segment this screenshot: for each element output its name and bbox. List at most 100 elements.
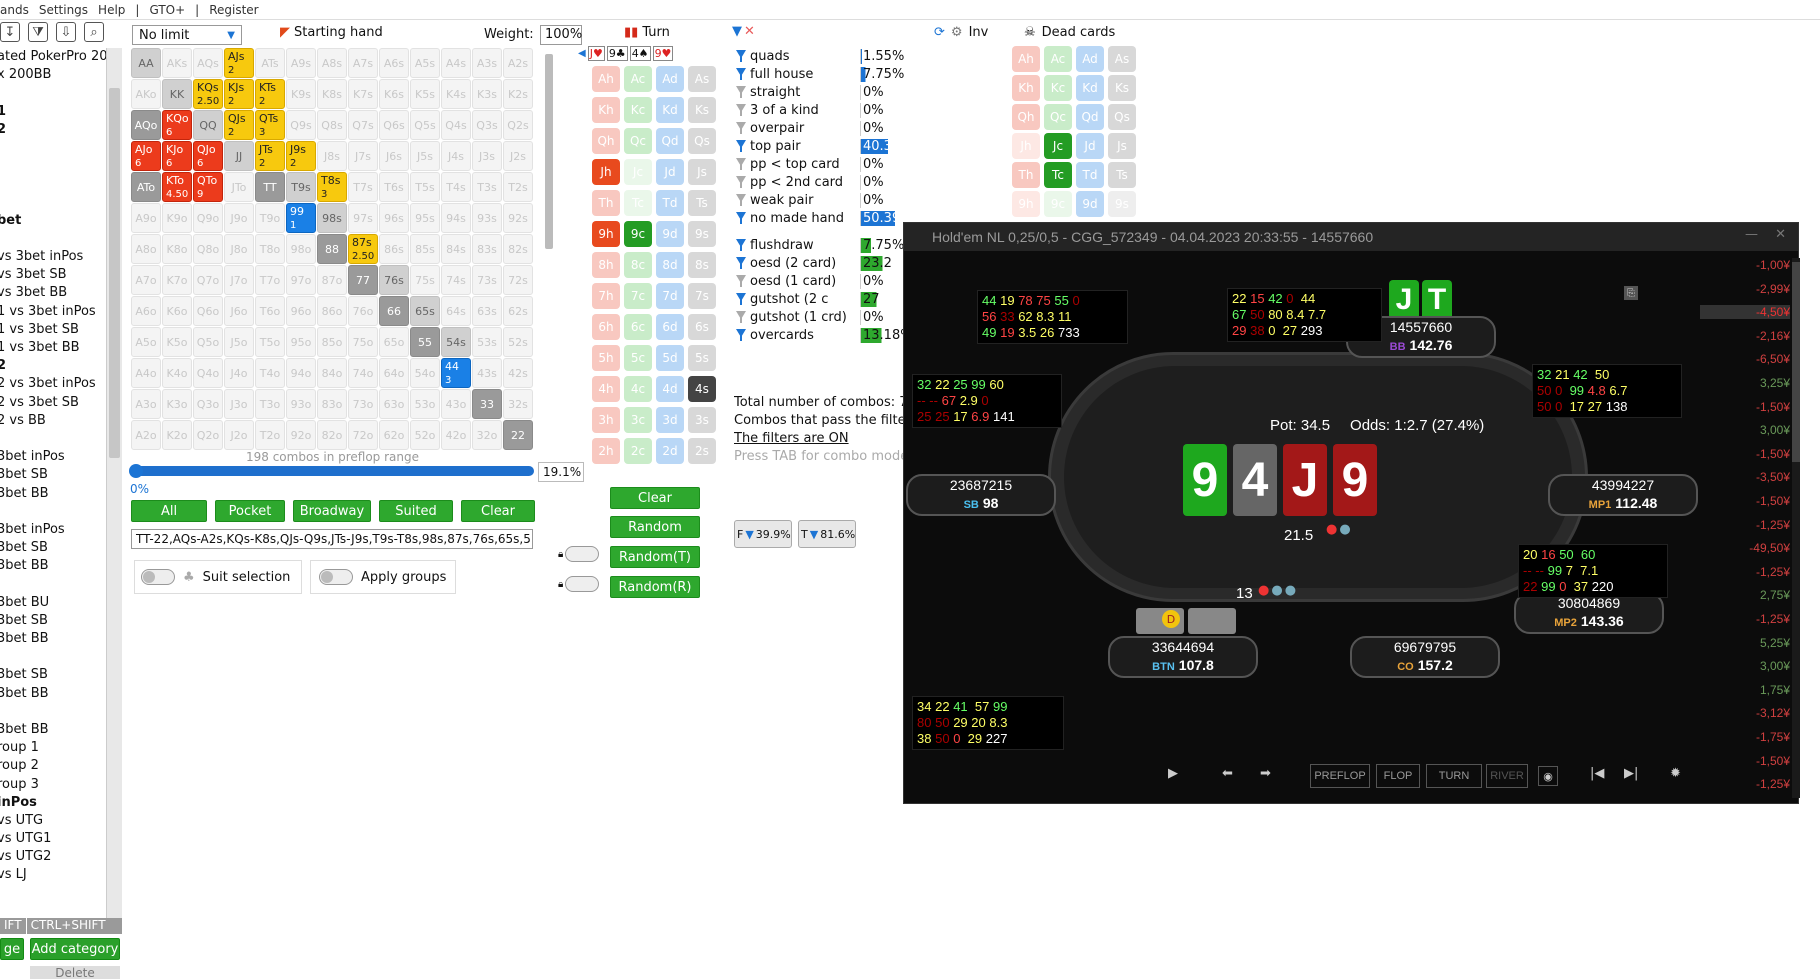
card-9d[interactable]: 9d	[656, 221, 684, 247]
card-As[interactable]: As	[688, 66, 716, 92]
card-3c[interactable]: 3c	[624, 407, 652, 433]
card-Jc[interactable]: Jc	[624, 159, 652, 185]
funnel-icon[interactable]	[736, 257, 746, 269]
range-cell[interactable]: T9o	[255, 203, 285, 233]
card-2d[interactable]: 2d	[656, 438, 684, 464]
range-cell[interactable]: A3s	[472, 48, 502, 78]
filter-row[interactable]: oesd (1 card) 0%	[736, 272, 913, 290]
range-cell[interactable]: 43s	[472, 358, 502, 388]
range-cell[interactable]: Q6o	[193, 296, 223, 326]
skip-start-icon[interactable]: |◀	[1590, 766, 1604, 781]
dead-card-Jd[interactable]: Jd	[1076, 133, 1104, 159]
range-cell[interactable]: A3o	[131, 389, 161, 419]
funnel-icon[interactable]	[736, 50, 746, 62]
random-turn-button[interactable]: Random(T)	[610, 546, 700, 568]
tree-item[interactable]: vs UTG1	[0, 830, 122, 848]
card-Qh[interactable]: Qh	[592, 128, 620, 154]
range-cell[interactable]: 77	[348, 265, 378, 295]
dead-card-Kd[interactable]: Kd	[1076, 75, 1104, 101]
range-cell[interactable]: 32s	[503, 389, 533, 419]
tree-item[interactable]: x 200BB	[0, 66, 122, 84]
funnel-icon[interactable]	[736, 239, 746, 251]
range-cell[interactable]: Q4s	[441, 110, 471, 140]
range-cell[interactable]: QQ	[193, 110, 223, 140]
range-cell[interactable]: 92o	[286, 420, 316, 450]
range-cell[interactable]: 53s	[472, 327, 502, 357]
filter-row[interactable]: pp < top card 0%	[736, 155, 913, 173]
card-8c[interactable]: 8c	[624, 252, 652, 278]
range-cell[interactable]: 22	[503, 420, 533, 450]
tree-item[interactable]: vs UTG2	[0, 848, 122, 866]
grid-scrollbar[interactable]	[544, 52, 554, 252]
range-cell[interactable]: 74o	[348, 358, 378, 388]
range-cell[interactable]: 53o	[410, 389, 440, 419]
card-8h[interactable]: 8h	[592, 252, 620, 278]
range-cell[interactable]: 97s	[348, 203, 378, 233]
card-6d[interactable]: 6d	[656, 314, 684, 340]
range-cell[interactable]: 96o	[286, 296, 316, 326]
range-cell[interactable]: K5o	[162, 327, 192, 357]
range-cell[interactable]: A9s	[286, 48, 316, 78]
card-9c[interactable]: 9c	[624, 221, 652, 247]
range-cell[interactable]: 63o	[379, 389, 409, 419]
funnel-icon[interactable]	[736, 212, 746, 224]
menu-item[interactable]: Settings	[39, 3, 88, 17]
range-cell[interactable]: A7o	[131, 265, 161, 295]
range-cell[interactable]: 75s	[410, 265, 440, 295]
tree-scrollbar[interactable]	[106, 48, 122, 918]
weight-input[interactable]: 100%	[540, 25, 582, 45]
filter-row[interactable]: quads 1.55%	[736, 47, 913, 65]
tree-item[interactable]: 2	[0, 357, 122, 375]
range-cell[interactable]: 63s	[472, 296, 502, 326]
dead-card-Js[interactable]: Js	[1108, 133, 1136, 159]
dead-card-As[interactable]: As	[1108, 46, 1136, 72]
card-Js[interactable]: Js	[688, 159, 716, 185]
tree-item[interactable]: 3bet BB	[0, 685, 122, 703]
range-cell[interactable]: K4s	[441, 79, 471, 109]
card-Ad[interactable]: Ad	[656, 66, 684, 92]
range-cell[interactable]: A5o	[131, 327, 161, 357]
turn-filter-stat[interactable]: T ▼ 81.6%	[798, 520, 856, 548]
range-cell[interactable]: 54o	[410, 358, 440, 388]
tree-item[interactable]: 1 vs 3bet SB	[0, 321, 122, 339]
range-cell[interactable]: 98o	[286, 234, 316, 264]
street-preflop-button[interactable]: PREFLOP	[1310, 764, 1370, 788]
tree-item[interactable]	[0, 84, 122, 102]
tree-item[interactable]	[0, 157, 122, 175]
range-cell[interactable]: J4o	[224, 358, 254, 388]
range-cell[interactable]: K2o	[162, 420, 192, 450]
range-cell[interactable]: A2o	[131, 420, 161, 450]
range-cell[interactable]: A6o	[131, 296, 161, 326]
starting-hand[interactable]: ◤ Starting hand	[280, 25, 383, 40]
funnel-icon[interactable]	[736, 140, 746, 152]
note-icon[interactable]: ⎘	[1624, 286, 1638, 300]
tree-item[interactable]: 2 vs BB	[0, 412, 122, 430]
import-icon[interactable]: ⇩	[56, 22, 76, 42]
range-cell[interactable]: 88	[317, 234, 347, 264]
range-cell[interactable]: 85s	[410, 234, 440, 264]
range-cell[interactable]: J7o	[224, 265, 254, 295]
dead-card-Ah[interactable]: Ah	[1012, 46, 1040, 72]
range-cell[interactable]: 84o	[317, 358, 347, 388]
tree-item[interactable]: vs 3bet BB	[0, 284, 122, 302]
clear-board-button[interactable]: Clear	[610, 487, 700, 509]
dead-card-9d[interactable]: 9d	[1076, 191, 1104, 217]
tree-item[interactable]: 3bet inPos	[0, 521, 122, 539]
card-6h[interactable]: 6h	[592, 314, 620, 340]
range-cell[interactable]: 65o	[379, 327, 409, 357]
range-cell[interactable]: 83o	[317, 389, 347, 419]
street-river-button[interactable]: RIVER	[1486, 764, 1528, 788]
tree-item[interactable]: 1 vs 3bet BB	[0, 339, 122, 357]
range-cell[interactable]: 97o	[286, 265, 316, 295]
card-5s[interactable]: 5s	[688, 345, 716, 371]
dead-card-Jc[interactable]: Jc	[1044, 133, 1072, 159]
funnel-icon[interactable]	[736, 122, 746, 134]
dead-card-Ks[interactable]: Ks	[1108, 75, 1136, 101]
range-cell[interactable]: AKo	[131, 79, 161, 109]
tree-item[interactable]: vs UTG	[0, 812, 122, 830]
range-cell[interactable]: KQo 6	[162, 110, 192, 140]
range-cell[interactable]: 62o	[379, 420, 409, 450]
card-7d[interactable]: 7d	[656, 283, 684, 309]
range-cell[interactable]: 54s	[441, 327, 471, 357]
range-cell[interactable]: T6o	[255, 296, 285, 326]
